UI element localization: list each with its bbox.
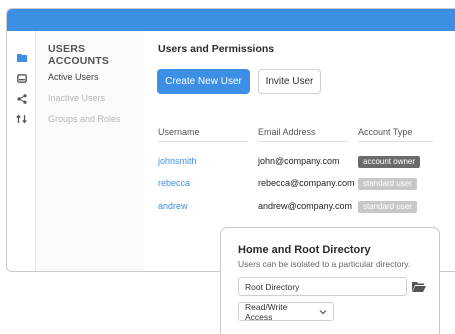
column-header-username: Username — [158, 127, 200, 137]
sidebar-item-groups-and-roles[interactable]: Groups and Roles — [48, 114, 121, 124]
sidebar-heading: USERS ACCOUNTS — [48, 43, 110, 67]
drive-icon[interactable] — [16, 73, 27, 84]
account-type-badge: standard user — [358, 178, 417, 190]
column-divider — [358, 141, 433, 142]
root-directory-input[interactable] — [238, 277, 407, 296]
email-cell: rebecca@company.com — [258, 178, 355, 188]
panel-subtitle: Users can be isolated to a particular di… — [238, 259, 411, 269]
email-cell: john@company.com — [258, 156, 340, 166]
username-link[interactable]: rebecca — [158, 178, 190, 188]
create-new-user-button[interactable]: Create New User — [157, 69, 250, 94]
chevron-down-icon — [319, 308, 327, 316]
access-level-value: Read/Write Access — [245, 301, 288, 322]
invite-user-button[interactable]: Invite User — [258, 69, 321, 94]
email-cell: andrew@company.com — [258, 201, 353, 211]
home-directory-panel: Home and Root Directory Users can be iso… — [220, 227, 440, 334]
share-icon[interactable] — [16, 93, 27, 104]
username-link[interactable]: andrew — [158, 201, 188, 211]
folder-open-icon[interactable] — [412, 280, 426, 292]
panel-title: Home and Root Directory — [238, 244, 371, 256]
access-level-select[interactable]: Read/Write Access — [238, 301, 334, 322]
sidebar: USERS ACCOUNTS Active Users Inactive Use… — [37, 31, 144, 271]
username-link[interactable]: johnsmith — [158, 156, 197, 166]
column-divider — [158, 141, 248, 142]
icon-bar — [7, 31, 36, 271]
page-title: Users and Permissions — [158, 43, 275, 55]
column-header-email: Email Address — [258, 127, 316, 137]
account-type-badge: account owner — [358, 156, 421, 168]
transfer-icon[interactable] — [16, 113, 27, 124]
column-divider — [258, 141, 348, 142]
column-header-account-type: Account Type — [358, 127, 413, 137]
account-type-badge: standard user — [358, 201, 417, 213]
sidebar-item-active-users[interactable]: Active Users — [48, 72, 99, 82]
title-bar — [7, 9, 455, 31]
sidebar-item-inactive-users[interactable]: Inactive Users — [48, 93, 105, 103]
folder-icon[interactable] — [16, 52, 27, 63]
